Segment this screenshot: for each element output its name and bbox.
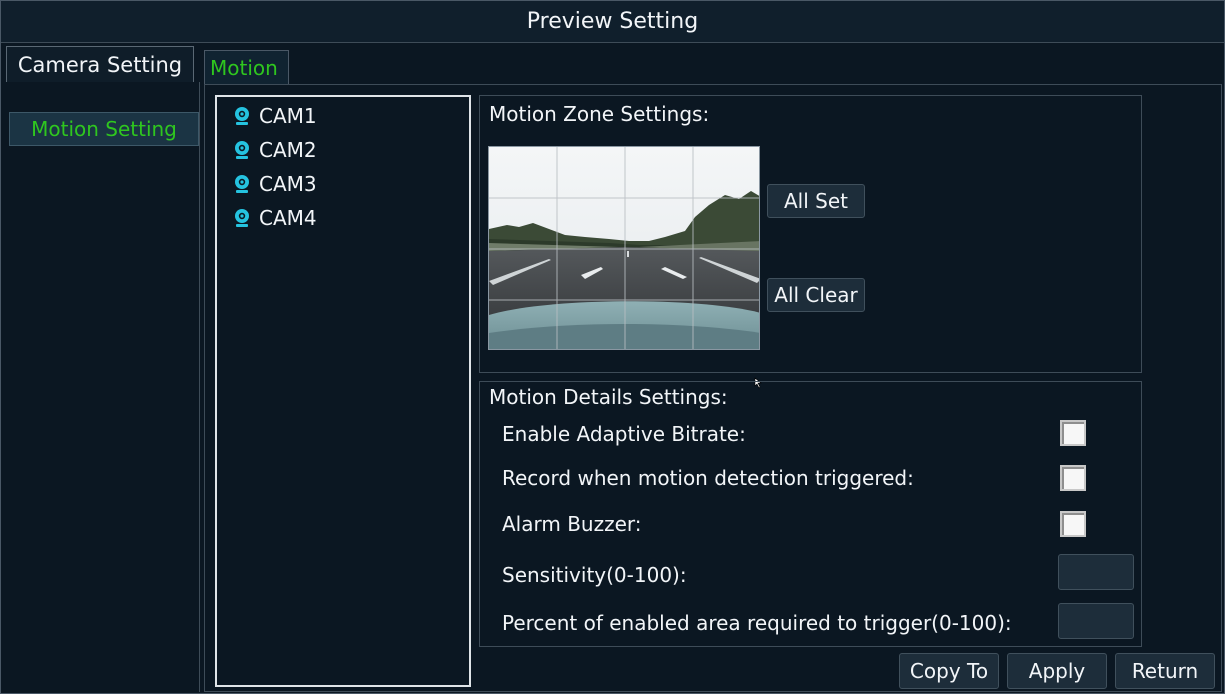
- tab-motion[interactable]: Motion: [204, 50, 289, 84]
- camera-list[interactable]: CAM1 CAM2 CAM3 CAM4: [215, 95, 471, 687]
- return-button-label: Return: [1131, 659, 1199, 683]
- camera-list-item-cam2[interactable]: CAM2: [217, 133, 469, 167]
- sensitivity-label: Sensitivity(0-100):: [502, 563, 687, 587]
- all-clear-button[interactable]: All Clear: [767, 278, 865, 312]
- camera-list-item-cam3[interactable]: CAM3: [217, 167, 469, 201]
- percent-area-input[interactable]: [1058, 603, 1134, 639]
- copy-to-button-label: Copy To: [909, 659, 989, 683]
- alarm-buzzer-label: Alarm Buzzer:: [502, 512, 642, 536]
- alarm-buzzer-checkbox[interactable]: [1060, 511, 1086, 537]
- camera-list-item-cam4[interactable]: CAM4: [217, 201, 469, 235]
- camera-label: CAM2: [259, 138, 317, 162]
- motion-zone-heading: Motion Zone Settings:: [489, 102, 710, 126]
- all-set-button[interactable]: All Set: [767, 184, 865, 218]
- menu-item-motion-setting[interactable]: Motion Setting: [9, 112, 199, 146]
- camera-icon: [235, 107, 249, 125]
- motion-zone-preview[interactable]: [488, 146, 760, 350]
- copy-to-button[interactable]: Copy To: [899, 653, 999, 689]
- camera-list-item-cam1[interactable]: CAM1: [217, 99, 469, 133]
- tab-camera-setting-label: Camera Setting: [17, 52, 183, 77]
- camera-label: CAM1: [259, 104, 317, 128]
- preview-setting-window: Preview Setting Camera Setting Motion Se…: [0, 0, 1225, 694]
- camera-label: CAM3: [259, 172, 317, 196]
- road-camera-preview: [489, 147, 759, 349]
- camera-icon: [235, 141, 249, 159]
- window-title-text: Preview Setting: [526, 9, 699, 34]
- all-clear-button-label: All Clear: [774, 283, 858, 307]
- left-menu: Motion Setting: [6, 82, 200, 692]
- motion-zone-settings: Motion Zone Settings: All Set All Clear: [479, 95, 1142, 373]
- adaptive-bitrate-checkbox[interactable]: [1060, 420, 1086, 446]
- all-set-button-label: All Set: [784, 189, 848, 213]
- camera-icon: [235, 175, 249, 193]
- adaptive-bitrate-label: Enable Adaptive Bitrate:: [502, 422, 746, 446]
- record-on-motion-label: Record when motion detection triggered:: [502, 466, 914, 490]
- camera-icon: [235, 209, 249, 227]
- percent-area-label: Percent of enabled area required to trig…: [502, 611, 1012, 635]
- tab-motion-label: Motion: [210, 55, 278, 80]
- sensitivity-input[interactable]: [1058, 554, 1134, 590]
- apply-button[interactable]: Apply: [1007, 653, 1107, 689]
- record-on-motion-checkbox[interactable]: [1060, 465, 1086, 491]
- camera-label: CAM4: [259, 206, 317, 230]
- motion-details-heading: Motion Details Settings:: [489, 385, 728, 409]
- apply-button-label: Apply: [1028, 659, 1086, 683]
- return-button[interactable]: Return: [1115, 653, 1215, 689]
- window-title: Preview Setting: [1, 1, 1224, 43]
- tab-camera-setting[interactable]: Camera Setting: [6, 46, 194, 82]
- motion-details-settings: Motion Details Settings: Enable Adaptive…: [479, 381, 1142, 647]
- menu-item-motion-setting-label: Motion Setting: [31, 117, 177, 141]
